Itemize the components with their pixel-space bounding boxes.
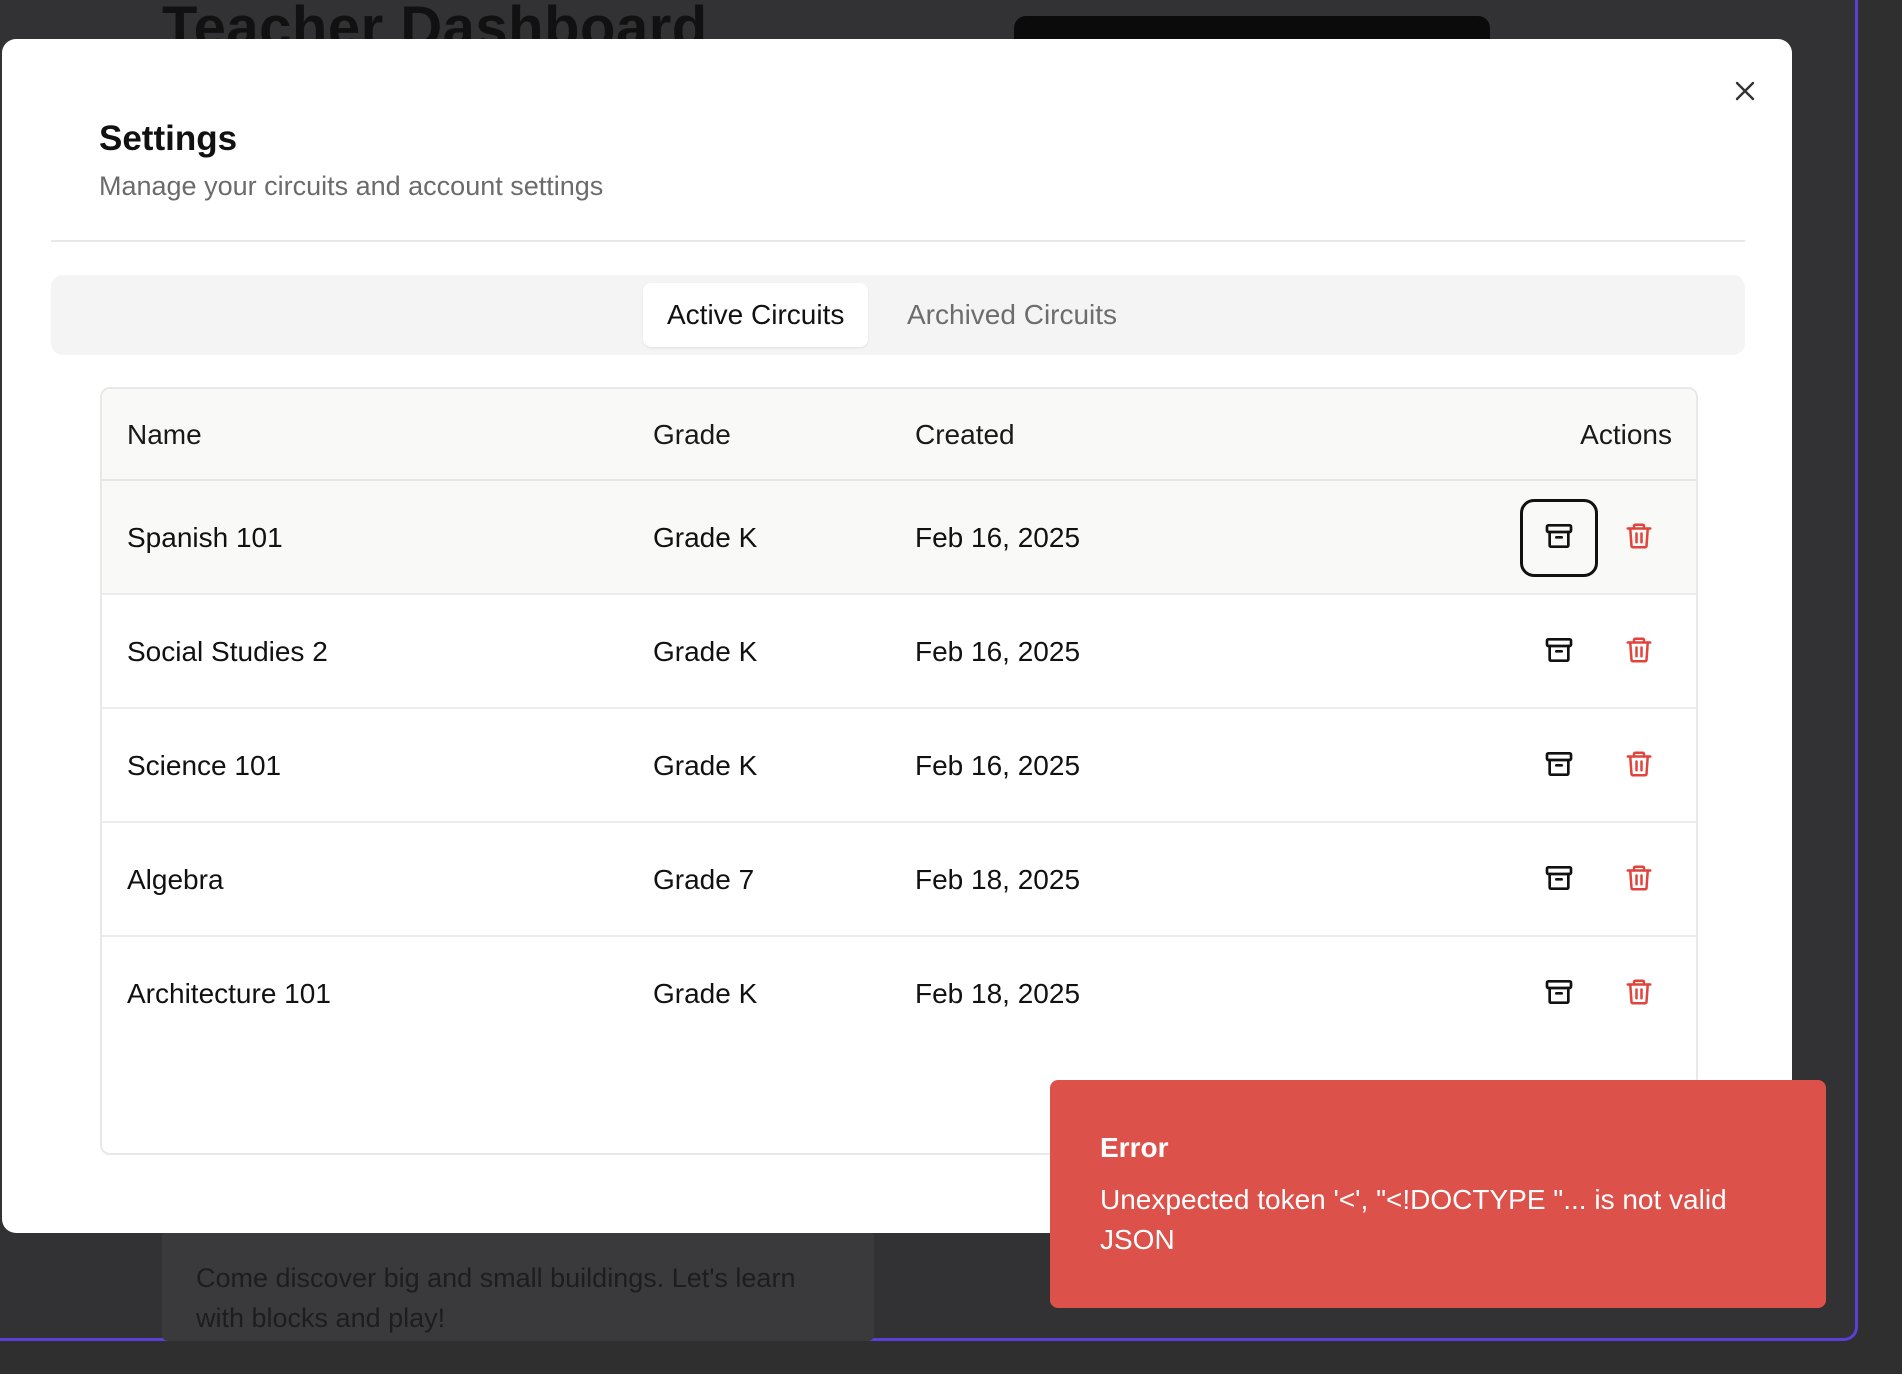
circuits-table: Name Grade Created Actions Spanish 101 Gr…: [100, 387, 1698, 1155]
settings-modal: Settings Manage your circuits and accoun…: [2, 39, 1792, 1233]
archive-icon: [1543, 634, 1575, 671]
cell-created: Feb 18, 2025: [915, 978, 1081, 1009]
error-toast[interactable]: Error Unexpected token '<', "<!DOCTYPE "…: [1050, 1080, 1826, 1308]
archive-button[interactable]: [1520, 613, 1598, 691]
cell-grade: Grade K: [653, 978, 758, 1009]
trash-icon: [1624, 520, 1654, 557]
archive-icon: [1543, 520, 1575, 557]
header-actions: Actions: [1580, 419, 1672, 450]
cell-name: Algebra: [127, 864, 224, 895]
modal-title: Settings: [99, 119, 238, 158]
table-row: Algebra Grade 7 Feb 18, 2025: [102, 823, 1696, 937]
cell-name: Spanish 101: [127, 522, 283, 553]
header-divider: [51, 240, 1745, 242]
cell-grade: Grade K: [653, 522, 758, 553]
cell-created: Feb 18, 2025: [915, 864, 1081, 895]
archive-icon: [1543, 862, 1575, 899]
cell-name: Architecture 101: [127, 978, 331, 1009]
tab-active-circuits[interactable]: Active Circuits: [643, 283, 869, 347]
cell-name: Science 101: [127, 750, 282, 781]
close-icon: [1735, 81, 1755, 101]
header-created: Created: [915, 419, 1015, 450]
header-name: Name: [127, 419, 202, 450]
modal-subtitle: Manage your circuits and account setting…: [99, 171, 604, 201]
table-row: Science 101 Grade K Feb 16, 2025: [102, 709, 1696, 823]
cell-name: Social Studies 2: [127, 636, 328, 667]
archive-button[interactable]: [1520, 499, 1598, 577]
toast-title: Error: [1100, 1132, 1169, 1163]
cell-grade: Grade K: [653, 636, 758, 667]
background-card-text: Come discover big and small buildings. L…: [196, 1263, 796, 1333]
table-row: Spanish 101 Grade K Feb 16, 2025: [102, 481, 1696, 595]
trash-icon: [1624, 748, 1654, 785]
delete-button[interactable]: [1600, 499, 1678, 577]
trash-icon: [1624, 976, 1654, 1013]
archive-icon: [1543, 748, 1575, 785]
archive-button[interactable]: [1520, 841, 1598, 919]
trash-icon: [1624, 862, 1654, 899]
archive-button[interactable]: [1520, 955, 1598, 1033]
delete-button[interactable]: [1600, 613, 1678, 691]
header-grade: Grade: [653, 419, 731, 450]
table-row: Architecture 101 Grade K Feb 18, 2025: [102, 937, 1696, 1051]
cell-created: Feb 16, 2025: [915, 750, 1081, 781]
delete-button[interactable]: [1600, 841, 1678, 919]
cell-created: Feb 16, 2025: [915, 636, 1081, 667]
archive-icon: [1543, 976, 1575, 1013]
delete-button[interactable]: [1600, 727, 1678, 805]
trash-icon: [1624, 634, 1654, 671]
toast-message: Unexpected token '<', "<!DOCTYPE "... is…: [1100, 1184, 1727, 1255]
archive-button[interactable]: [1520, 727, 1598, 805]
tab-archived-circuits[interactable]: Archived Circuits: [883, 283, 1141, 347]
cell-grade: Grade 7: [653, 864, 755, 895]
cell-grade: Grade K: [653, 750, 758, 781]
tabs-bar: Active Circuits Archived Circuits: [51, 275, 1745, 355]
close-button[interactable]: [1723, 69, 1767, 113]
table-row: Social Studies 2 Grade K Feb 16, 2025: [102, 595, 1696, 709]
table-header: Name Grade Created Actions: [102, 389, 1696, 481]
delete-button[interactable]: [1600, 955, 1678, 1033]
cell-created: Feb 16, 2025: [915, 522, 1081, 553]
background-card: Come discover big and small buildings. L…: [162, 1230, 874, 1341]
